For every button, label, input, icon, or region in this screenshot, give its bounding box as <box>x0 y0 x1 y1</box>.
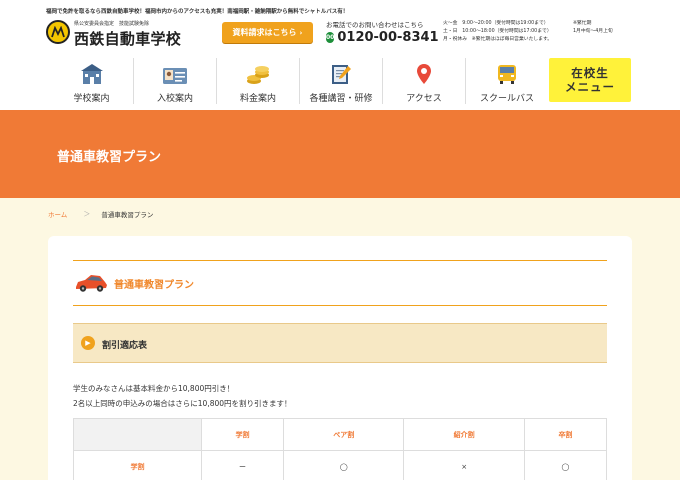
page-hero: 普通車教習プラン <box>0 110 680 198</box>
map-pin-icon <box>416 62 432 85</box>
logo-name: 西鉄自動車学校 <box>74 30 182 48</box>
table-cell: × <box>403 450 525 480</box>
table-row: 学割 ー ◯ × ◯ <box>73 450 608 480</box>
table-cell: ー <box>200 450 285 480</box>
description: 学生のみなさんは基本料金から10,800円引き！ 2名以上同時の申込みの場合はさ… <box>73 381 292 411</box>
table-header-row: 学割 ペア割 紹介割 卒割 <box>73 418 608 451</box>
nav-label: 入校案内 <box>156 94 193 104</box>
site-header: 福岡で免許を取るなら西鉄自動車学校！福岡市内からのアクセスも充実！南福岡駅・雑餉… <box>0 0 680 110</box>
busy-season-label: ※繁忙期 <box>573 21 592 26</box>
arrow-right-circle-icon: ▶ <box>81 336 95 350</box>
school-building-icon <box>80 62 104 85</box>
busy-season-range: 1月中旬〜4月上旬 <box>573 29 613 34</box>
logo-subtitle: 県公安委員会指定 技能試験免除 <box>74 21 150 27</box>
column-header: ペア割 <box>283 418 405 451</box>
sub-heading-text: 割引適応表 <box>102 341 148 351</box>
hours-weekend: 土・日 10:00〜18:00（受付時間は17:00まで） <box>443 29 552 34</box>
busy-season-note: ※繁忙期 1月中旬〜4月上旬 <box>573 20 613 36</box>
nav-item-access[interactable]: アクセス <box>382 58 465 104</box>
request-brochure-label: 資料請求はこちら <box>232 28 297 37</box>
hours-weekday: 火〜金 9:00〜20:00（受付時間は19:00まで） <box>443 21 549 26</box>
column-header: 卒割 <box>523 418 608 451</box>
column-header: 紹介割 <box>403 418 525 451</box>
section-heading: 普通車教習プラン <box>73 260 607 306</box>
discount-table-heading: ▶ 割引適応表 <box>73 323 607 363</box>
nav-label: アクセス <box>406 94 442 104</box>
breadcrumb-separator-icon: ＞ <box>83 210 91 218</box>
nav-label: 各種講習・研修 <box>309 94 373 104</box>
section-title: 普通車教習プラン <box>114 280 194 291</box>
hours-closed: 月・祝休み ※繁忙期はほぼ毎日営業いたします。 <box>443 37 553 42</box>
phone-label: お電話でのお問い合わせはこちら <box>326 21 424 29</box>
logo-mark-icon <box>46 20 70 44</box>
table-corner-cell <box>73 418 202 451</box>
nav-item-school-bus[interactable]: スクールバス <box>465 58 548 104</box>
business-hours: 火〜金 9:00〜20:00（受付時間は19:00まで） 土・日 10:00〜1… <box>443 20 552 44</box>
description-line-1: 学生のみなさんは基本料金から10,800円引き！ <box>73 384 235 393</box>
request-brochure-button[interactable]: 資料請求はこちら › <box>222 22 313 43</box>
breadcrumb: ホーム ＞ 普通車教習プラン <box>48 209 153 219</box>
global-nav: 学校案内 入校案内 料金案内 各種講習・研修 アクセス スクールバス 在校生 メ… <box>50 58 632 104</box>
id-card-icon <box>162 62 188 85</box>
description-line-2: 2名以上同時の申込みの場合はさらに10,800円を割り引きます！ <box>73 399 292 408</box>
nav-item-fees[interactable]: 料金案内 <box>216 58 299 104</box>
column-header: 学割 <box>200 418 285 451</box>
chevron-right-icon: › <box>299 28 303 37</box>
content-panel: 普通車教習プラン ▶ 割引適応表 学生のみなさんは基本料金から10,800円引き… <box>48 236 632 480</box>
phone-contact[interactable]: お電話でのお問い合わせはこちら 00 0120-00-8341 <box>326 19 439 45</box>
breadcrumb-current: 普通車教習プラン <box>101 211 154 219</box>
site-logo[interactable]: 県公安委員会指定 技能試験免除 西鉄自動車学校 <box>46 18 181 48</box>
notebook-pen-icon <box>330 62 352 85</box>
student-menu-button[interactable]: 在校生 メニュー <box>549 58 631 102</box>
school-bus-icon <box>496 62 518 85</box>
student-menu-line2: メニュー <box>565 80 615 94</box>
page-title: 普通車教習プラン <box>57 150 162 165</box>
table-cell: ◯ <box>523 450 608 480</box>
nav-label: 料金案内 <box>239 94 276 104</box>
nav-label: スクールバス <box>479 94 534 104</box>
nav-item-school-info[interactable]: 学校案内 <box>50 58 133 104</box>
row-header: 学割 <box>73 450 202 480</box>
breadcrumb-home-link[interactable]: ホーム <box>48 209 67 219</box>
car-icon <box>74 273 108 297</box>
table-cell: ◯ <box>283 450 405 480</box>
discount-table: 学割 ペア割 紹介割 卒割 学割 ー ◯ × ◯ <box>73 418 608 480</box>
student-menu-line1: 在校生 <box>571 66 609 80</box>
nav-label: 学校案内 <box>73 94 110 104</box>
header-tagline: 福岡で免許を取るなら西鉄自動車学校！福岡市内からのアクセスも充実！南福岡駅・雑餉… <box>46 9 349 15</box>
free-dial-icon: 00 <box>326 32 335 43</box>
nav-item-admission[interactable]: 入校案内 <box>133 58 216 104</box>
phone-number[interactable]: 0120-00-8341 <box>337 30 438 45</box>
nav-item-courses[interactable]: 各種講習・研修 <box>299 58 382 104</box>
coins-icon <box>245 62 271 85</box>
